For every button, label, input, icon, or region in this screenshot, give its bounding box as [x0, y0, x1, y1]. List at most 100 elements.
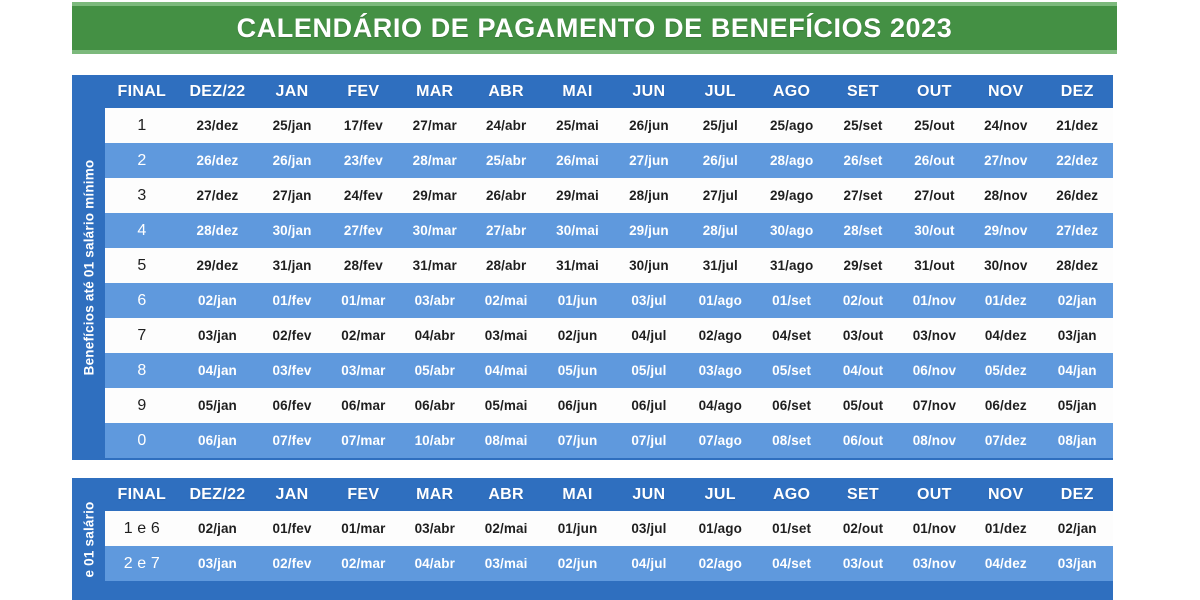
payment-date-cell: 28/ago: [769, 153, 814, 168]
table-row: 4 28/dez 30/jan 27/fev 30/mar 27/abr 30/mai 29/…: [105, 213, 1113, 248]
payment-date-cell: 06/jun: [557, 398, 598, 413]
table2-side-label: e 01 salário: [72, 478, 105, 600]
table2-col-header-fev: FEV: [327, 478, 400, 511]
table2-col-header-out: OUT: [898, 478, 971, 511]
table1-col-header-jun: JUN: [613, 75, 685, 108]
payment-date-cell: 01/ago: [698, 293, 742, 308]
table-row: 8 04/jan 03/fev 03/mar 05/abr 04/mai 05/jun 05/…: [105, 353, 1113, 388]
payment-date-cell: 05/jul: [631, 363, 667, 378]
payment-date-cell: 02/fev: [272, 328, 312, 343]
payment-date-cell: 05/jan: [1057, 398, 1097, 413]
table2-col-header-set: SET: [827, 478, 899, 511]
payment-date-cell: 26/jan: [272, 153, 312, 168]
payment-date-cell: 27/dez: [1056, 223, 1099, 238]
payment-date-cell: 25/out: [914, 118, 955, 133]
payment-date-cell: 26/jul: [702, 153, 738, 168]
payment-date-cell: 02/jan: [198, 293, 237, 308]
payment-date-cell: 24/fev: [343, 188, 383, 203]
payment-date-cell: 27/out: [914, 188, 955, 203]
payment-date-cell: 27/set: [843, 188, 883, 203]
table2-side-label-text: e 01 salário: [81, 501, 97, 577]
payment-date-cell: 05/dez: [984, 363, 1027, 378]
payment-date-cell: 06/dez: [984, 398, 1027, 413]
row-final-digit: 4: [137, 221, 147, 239]
payment-date-cell: 04/abr: [414, 328, 455, 343]
table1-grid: FINAL DEZ/22 JAN FEV MAR ABR MAI JUN JUL…: [105, 75, 1113, 460]
table-row: 1 e 6 02/jan 01/fev 01/mar 03/abr 02/mai 01/ju…: [105, 511, 1113, 546]
payment-date-cell: 26/jun: [629, 118, 669, 133]
payment-date-cell: 08/set: [772, 433, 812, 448]
payment-date-cell: 28/set: [843, 223, 883, 238]
payment-date-cell: 27/dez: [196, 188, 239, 203]
table2-body: 1 e 6 02/jan 01/fev 01/mar 03/abr 02/mai 01/ju…: [105, 511, 1113, 581]
payment-date-cell: 27/jan: [272, 188, 312, 203]
row-final-digit: 9: [137, 396, 147, 414]
payment-date-cell: 01/fev: [272, 293, 312, 308]
payment-date-cell: 06/nov: [912, 363, 957, 378]
payment-date-cell: 25/set: [843, 118, 883, 133]
payment-date-cell: 28/dez: [1056, 258, 1099, 273]
payment-date-cell: 22/dez: [1056, 153, 1099, 168]
payment-date-cell: 25/mai: [556, 118, 599, 133]
payment-date-cell: 06/set: [772, 398, 812, 413]
payment-date-cell: 02/jun: [557, 328, 598, 343]
table1-col-header-abr: ABR: [470, 75, 542, 108]
payment-date-cell: 28/nov: [984, 188, 1028, 203]
payment-date-cell: 06/fev: [272, 398, 312, 413]
payment-date-cell: 17/fev: [343, 118, 383, 133]
row-final-digit: 1: [137, 116, 147, 134]
row-final-digit: 3: [137, 186, 147, 204]
payment-date-cell: 28/mar: [412, 153, 457, 168]
payment-date-cell: 01/fev: [272, 521, 312, 536]
payment-date-cell: 04/dez: [984, 556, 1027, 571]
row-final-digit: 2 e 7: [123, 554, 160, 572]
payment-date-cell: 26/abr: [485, 188, 527, 203]
payment-date-cell: 06/abr: [414, 398, 455, 413]
payment-date-cell: 30/nov: [984, 258, 1028, 273]
benefits-table-above-minimum-wage: e 01 salário FINAL DEZ/22 JAN FEV MAR AB…: [72, 478, 1113, 600]
payment-date-cell: 05/mai: [484, 398, 528, 413]
payment-date-cell: 04/jan: [1057, 363, 1097, 378]
payment-date-cell: 30/jun: [629, 258, 669, 273]
table-row: 0 06/jan 07/fev 07/mar 10/abr 08/mai 07/jun 07/…: [105, 423, 1113, 458]
table2-grid: FINAL DEZ/22 JAN FEV MAR ABR MAI JUN JUL…: [105, 478, 1113, 600]
payment-date-cell: 24/abr: [485, 118, 527, 133]
table1-col-header-set: SET: [827, 75, 899, 108]
payment-date-cell: 02/jun: [557, 556, 598, 571]
payment-date-cell: 03/out: [842, 328, 884, 343]
table2-col-header-abr: ABR: [470, 478, 542, 511]
payment-date-cell: 05/jun: [557, 363, 598, 378]
payment-date-cell: 06/jul: [631, 398, 667, 413]
payment-date-cell: 07/dez: [984, 433, 1027, 448]
payment-date-cell: 30/jan: [272, 223, 312, 238]
payment-date-cell: 28/dez: [196, 223, 239, 238]
payment-date-cell: 29/nov: [984, 223, 1028, 238]
payment-date-cell: 03/mar: [341, 363, 386, 378]
payment-date-cell: 04/jul: [631, 328, 667, 343]
table1-col-header-dez: DEZ: [1041, 75, 1113, 108]
payment-date-cell: 05/set: [772, 363, 812, 378]
payment-date-cell: 24/nov: [984, 118, 1028, 133]
table2-col-header-jun: JUN: [613, 478, 685, 511]
payment-date-cell: 04/jul: [631, 556, 667, 571]
payment-date-cell: 27/mar: [412, 118, 457, 133]
row-final-digit: 6: [137, 291, 147, 309]
payment-date-cell: 08/jan: [1057, 433, 1097, 448]
payment-date-cell: 04/abr: [414, 556, 455, 571]
payment-date-cell: 23/fev: [343, 153, 383, 168]
payment-date-cell: 05/jan: [198, 398, 237, 413]
payment-date-cell: 03/mai: [484, 328, 528, 343]
table1-body: 1 23/dez 25/jan 17/fev 27/mar 24/abr 25/mai 26/…: [105, 108, 1113, 458]
table1-header-row: FINAL DEZ/22 JAN FEV MAR ABR MAI JUN JUL…: [105, 75, 1113, 108]
payment-date-cell: 03/abr: [414, 521, 455, 536]
payment-date-cell: 31/mai: [556, 258, 599, 273]
payment-date-cell: 08/mai: [484, 433, 528, 448]
payment-date-cell: 01/set: [772, 293, 812, 308]
payment-date-cell: 26/mai: [556, 153, 599, 168]
payment-date-cell: 27/nov: [984, 153, 1028, 168]
table2-table: FINAL DEZ/22 JAN FEV MAR ABR MAI JUN JUL…: [105, 478, 1113, 581]
payment-date-cell: 02/ago: [698, 556, 742, 571]
payment-date-cell: 01/set: [772, 521, 812, 536]
payment-date-cell: 04/set: [772, 328, 812, 343]
payment-date-cell: 02/mai: [484, 293, 528, 308]
